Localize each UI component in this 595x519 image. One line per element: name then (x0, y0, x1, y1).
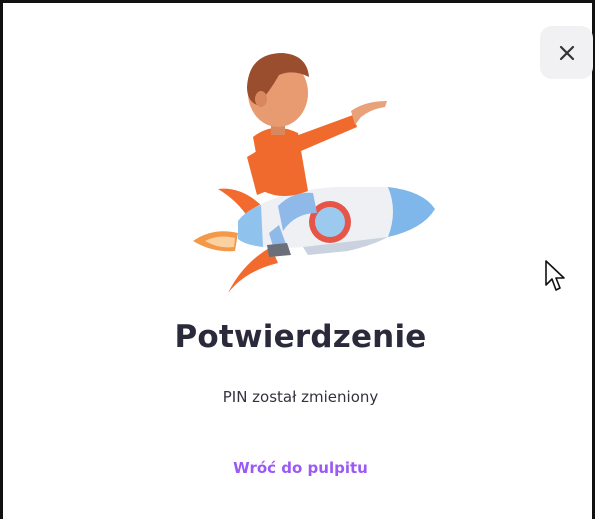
mouse-cursor-icon (545, 260, 565, 291)
dialog-message: PIN został zmieniony (222, 388, 379, 406)
boy-rocket-illustration (193, 53, 435, 293)
close-button[interactable] (540, 26, 593, 79)
back-to-dashboard-link[interactable]: Wróć do pulpitu (3, 459, 595, 477)
confirmation-dialog: Potwierdzenie PIN został zmieniony Wróć … (0, 0, 595, 519)
dialog-title: Potwierdzenie (174, 319, 427, 355)
close-icon (559, 45, 574, 60)
